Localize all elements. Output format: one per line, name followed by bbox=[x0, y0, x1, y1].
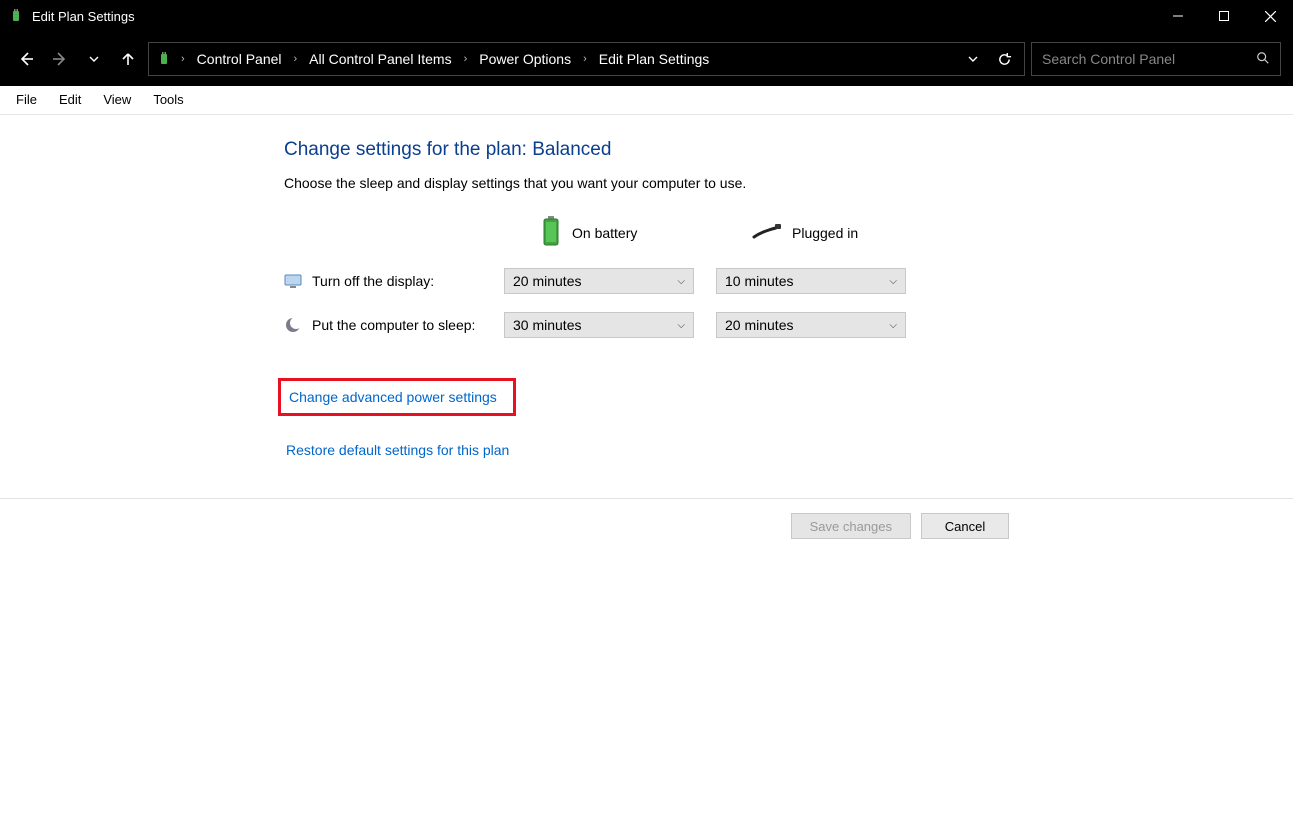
breadcrumb-control-panel[interactable]: Control Panel bbox=[193, 49, 286, 69]
window-title: Edit Plan Settings bbox=[32, 9, 135, 24]
cancel-button[interactable]: Cancel bbox=[921, 513, 1009, 539]
column-header-plugged: Plugged in bbox=[716, 221, 906, 244]
combo-sleep-plugged-value: 20 minutes bbox=[725, 317, 793, 333]
link-restore-defaults[interactable]: Restore default settings for this plan bbox=[284, 440, 511, 460]
row-label-sleep: Put the computer to sleep: bbox=[284, 316, 504, 334]
combo-display-plugged-value: 10 minutes bbox=[725, 273, 793, 289]
chevron-down-icon: ⌵ bbox=[889, 320, 897, 331]
search-icon bbox=[1256, 51, 1270, 68]
chevron-down-icon: ⌵ bbox=[889, 276, 897, 287]
content-area: Change settings for the plan: Balanced C… bbox=[0, 115, 1293, 498]
plug-icon bbox=[752, 221, 782, 244]
row-display-label: Turn off the display: bbox=[312, 273, 434, 289]
combo-sleep-plugged[interactable]: 20 minutes ⌵ bbox=[716, 312, 906, 338]
address-dropdown[interactable] bbox=[958, 52, 988, 67]
combo-display-battery[interactable]: 20 minutes ⌵ bbox=[504, 268, 694, 294]
back-button[interactable] bbox=[12, 45, 40, 73]
search-placeholder: Search Control Panel bbox=[1042, 51, 1175, 67]
titlebar: Edit Plan Settings bbox=[0, 0, 1293, 32]
battery-icon bbox=[155, 52, 173, 66]
cancel-button-label: Cancel bbox=[945, 519, 985, 534]
save-button-label: Save changes bbox=[810, 519, 892, 534]
maximize-button[interactable] bbox=[1201, 0, 1247, 32]
highlight-box: Change advanced power settings bbox=[278, 378, 516, 416]
chevron-right-icon: › bbox=[458, 53, 474, 65]
menu-edit[interactable]: Edit bbox=[49, 88, 91, 111]
save-button[interactable]: Save changes bbox=[791, 513, 911, 539]
breadcrumb[interactable]: › Control Panel › All Control Panel Item… bbox=[148, 42, 1025, 76]
combo-sleep-battery[interactable]: 30 minutes ⌵ bbox=[504, 312, 694, 338]
menu-tools[interactable]: Tools bbox=[143, 88, 193, 111]
recent-dropdown[interactable] bbox=[80, 45, 108, 73]
combo-sleep-battery-value: 30 minutes bbox=[513, 317, 581, 333]
app-icon bbox=[8, 8, 24, 24]
display-icon bbox=[284, 272, 302, 290]
close-button[interactable] bbox=[1247, 0, 1293, 32]
column-header-battery: On battery bbox=[504, 215, 694, 250]
up-button[interactable] bbox=[114, 45, 142, 73]
menubar: File Edit View Tools bbox=[0, 86, 1293, 114]
combo-display-plugged[interactable]: 10 minutes ⌵ bbox=[716, 268, 906, 294]
row-sleep-label: Put the computer to sleep: bbox=[312, 317, 475, 333]
chevron-right-icon: › bbox=[288, 53, 304, 65]
search-input[interactable]: Search Control Panel bbox=[1031, 42, 1281, 76]
moon-icon bbox=[284, 316, 302, 334]
combo-display-battery-value: 20 minutes bbox=[513, 273, 581, 289]
chevron-right-icon: › bbox=[577, 53, 593, 65]
forward-button[interactable] bbox=[46, 45, 74, 73]
menu-file[interactable]: File bbox=[6, 88, 47, 111]
page-subtext: Choose the sleep and display settings th… bbox=[284, 175, 1293, 191]
settings-grid: On battery Plugged in Turn off the displ… bbox=[284, 215, 1293, 338]
column-header-plugged-label: Plugged in bbox=[792, 225, 858, 241]
chevron-down-icon: ⌵ bbox=[677, 320, 685, 331]
minimize-button[interactable] bbox=[1155, 0, 1201, 32]
link-advanced-settings[interactable]: Change advanced power settings bbox=[287, 387, 499, 407]
menu-view[interactable]: View bbox=[93, 88, 141, 111]
battery-icon bbox=[540, 215, 562, 250]
footer: Save changes Cancel bbox=[0, 498, 1293, 553]
chevron-right-icon: › bbox=[175, 53, 191, 65]
row-label-display: Turn off the display: bbox=[284, 272, 504, 290]
breadcrumb-edit-plan[interactable]: Edit Plan Settings bbox=[595, 49, 714, 69]
breadcrumb-power-options[interactable]: Power Options bbox=[475, 49, 575, 69]
refresh-button[interactable] bbox=[990, 52, 1018, 67]
column-header-battery-label: On battery bbox=[572, 225, 637, 241]
breadcrumb-all-items[interactable]: All Control Panel Items bbox=[305, 49, 455, 69]
navbar: › Control Panel › All Control Panel Item… bbox=[0, 32, 1293, 86]
page-title: Change settings for the plan: Balanced bbox=[284, 139, 1293, 161]
chevron-down-icon: ⌵ bbox=[677, 276, 685, 287]
